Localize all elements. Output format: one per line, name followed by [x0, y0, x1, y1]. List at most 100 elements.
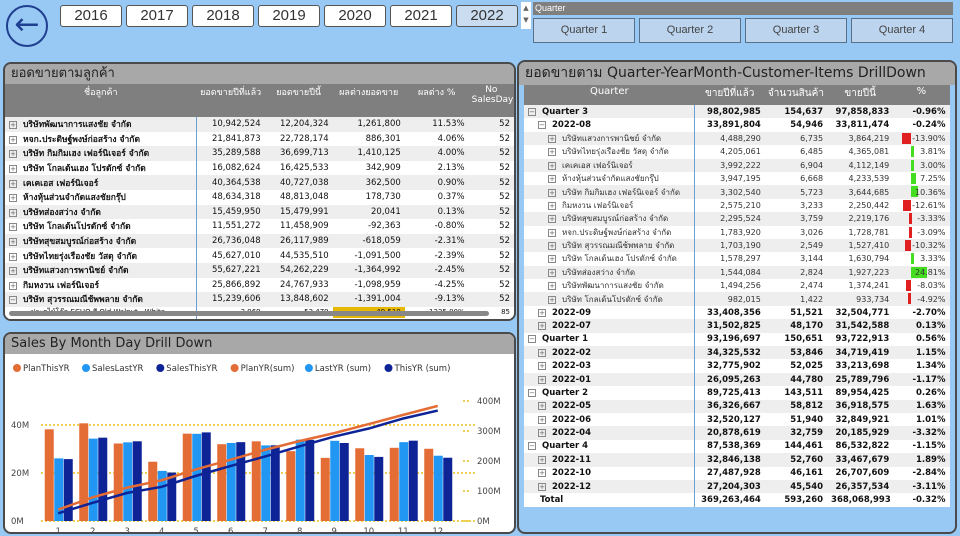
bar-planthisyr[interactable] [217, 444, 227, 521]
expand-icon[interactable]: + [538, 402, 546, 411]
expand-icon[interactable]: + [538, 415, 546, 424]
month-row[interactable]: +2022-05 36,326,667 58,812 36,918,575 1.63% [524, 399, 950, 413]
bar-planthisyr[interactable] [286, 451, 296, 521]
column-header[interactable]: ผลต่าง % [404, 84, 469, 117]
month-row[interactable]: +2022-10 27,487,928 46,161 26,707,609 -2.84% [524, 466, 950, 480]
month-row[interactable]: +2022-03 32,775,902 52,025 33,213,698 1.34% [524, 359, 950, 373]
customer-row[interactable]: + บริษัทไทยรุ่งเรืองชัย วัสดุ จำกัด 4,205,… [524, 145, 950, 159]
collapse-icon[interactable]: − [538, 121, 546, 130]
bar-salesthisyr[interactable] [408, 440, 418, 521]
collapse-icon[interactable]: − [528, 107, 536, 116]
table-row[interactable]: + เคเคเอส เฟอร์นิเจอร์ 40,364,538 40,727,03… [5, 175, 514, 190]
bar-salesthisyr[interactable] [305, 439, 315, 521]
customer-row[interactable]: + ห้างหุ้นส่วนจำกัดแสงชัยกรุ๊ป 3,947,195 6,… [524, 171, 950, 186]
quarter-row[interactable]: − Quarter 1 93,196,697 150,651 93,722,913 0.5… [524, 332, 950, 347]
expand-icon[interactable]: + [538, 321, 546, 330]
expand-icon[interactable]: + [9, 252, 17, 261]
bar-salesthisyr[interactable] [339, 443, 349, 521]
expand-icon[interactable]: + [9, 165, 17, 174]
expand-icon[interactable]: + [9, 121, 17, 130]
legend-item[interactable]: ThisYR (sum) [384, 364, 451, 374]
column-header[interactable]: ยอดขายปีที่แล้ว [196, 84, 265, 117]
column-header[interactable]: ขายปีนี้ [827, 85, 894, 105]
expand-icon[interactable]: + [548, 188, 556, 197]
expand-icon[interactable]: + [548, 295, 556, 304]
expand-icon[interactable]: + [548, 134, 556, 143]
bar-salesthisyr[interactable] [98, 437, 108, 521]
expand-icon[interactable]: + [9, 179, 17, 188]
legend-item[interactable]: PlanYR(sum) [230, 364, 295, 374]
bar-planthisyr[interactable] [44, 429, 54, 521]
bar-salesthisyr[interactable] [201, 432, 211, 521]
customer-row[interactable]: + กิมหงวน เฟอร์นิเจอร์ 2,575,210 3,233 2,250… [524, 198, 950, 213]
bar-planthisyr[interactable] [320, 457, 330, 521]
expand-icon[interactable]: + [9, 194, 17, 203]
expand-icon[interactable]: + [538, 375, 546, 384]
column-header[interactable]: ยอดขายปีนี้ [264, 84, 333, 117]
table-row[interactable]: + บริษัทส่องสว่าง จำกัด 15,459,950 15,479,9… [5, 204, 514, 220]
table-row[interactable]: − บริษัท สุวรรณมณีช้พพลาย จำกัด 15,239,606… [5, 292, 514, 307]
collapse-icon[interactable]: − [528, 388, 536, 397]
customer-row[interactable]: + บริษัท โกลเด้นโปรดักซ์ จำกัด 982,015 1,42… [524, 292, 950, 306]
bar-planthisyr[interactable] [424, 448, 434, 521]
legend-item[interactable]: SalesThisYR [156, 364, 217, 374]
table-row[interactable]: + ห้างหุ้นส่วนจำกัดแสงชัยกรุ๊ป 48,634,318 4… [5, 189, 514, 205]
year-button-2016[interactable]: 2016 [60, 5, 122, 27]
bar-saleslastyr[interactable] [123, 442, 133, 521]
expand-icon[interactable]: + [548, 282, 556, 291]
table-row[interactable]: + บริษัท โกลเด้นเฮง โปรดักซ์ จำกัด 16,082,… [5, 160, 514, 176]
customer-row[interactable]: + เคเคเอส เฟอร์นิเจอร์ 3,992,222 6,904 4,112… [524, 158, 950, 172]
bar-planthisyr[interactable] [355, 448, 365, 521]
expand-icon[interactable]: + [9, 208, 17, 217]
expand-icon[interactable]: + [548, 255, 556, 264]
table-row[interactable]: + บริษัทแสวงการพานิชย์ จำกัด 55,627,221 54,… [5, 262, 514, 278]
total-row[interactable]: Total 369,263,464 593,260 368,068,993 -0.32% [524, 493, 950, 507]
expand-icon[interactable]: + [538, 362, 546, 371]
bar-planthisyr[interactable] [389, 447, 399, 521]
column-header[interactable]: No SalesDay [468, 84, 514, 117]
table-row[interactable]: + บริษัทไทยรุ่งเรืองชัย วัสดุ จำกัด 45,627… [5, 248, 514, 263]
bar-salesthisyr[interactable] [132, 441, 142, 521]
expand-icon[interactable]: + [9, 281, 17, 290]
year-button-2021[interactable]: 2021 [390, 5, 452, 27]
expand-icon[interactable]: + [9, 267, 17, 276]
bar-salesthisyr[interactable] [236, 442, 246, 521]
expand-icon[interactable]: + [548, 215, 556, 224]
expand-icon[interactable]: + [548, 242, 556, 251]
month-row[interactable]: +2022-04 20,878,619 32,759 20,185,929 -3.32% [524, 426, 950, 440]
expand-icon[interactable]: + [538, 348, 546, 357]
horizontal-scrollbar[interactable] [9, 311, 489, 316]
column-header[interactable]: ชื่อลูกค้า [5, 84, 197, 117]
quarter-button-3[interactable]: Quarter 3 [745, 18, 847, 43]
expand-icon[interactable]: + [548, 201, 556, 210]
expand-icon[interactable]: + [548, 175, 556, 184]
column-header[interactable]: ขายปีที่แล้ว [694, 85, 765, 105]
expand-icon[interactable]: + [548, 161, 556, 170]
expand-icon[interactable]: + [9, 223, 17, 232]
expand-icon[interactable]: + [538, 308, 546, 317]
expand-icon[interactable]: + [538, 469, 546, 478]
bar-salesthisyr[interactable] [374, 456, 384, 521]
quarter-button-1[interactable]: Quarter 1 [533, 18, 635, 43]
customer-row[interactable]: + บริษัท กิมกิมเฮง เฟอร์นิเจอร์ จำกัด 3,30… [524, 185, 950, 199]
bar-salesthisyr[interactable] [443, 457, 453, 521]
table-row[interactable]: + บริษัทพัฒนาการแสงชัย จำกัด 10,942,524 12,… [5, 117, 514, 132]
customer-row[interactable]: + หจก.ประดิษฐ์พงษ์ก่อสร้าง จำกัด 1,783,920… [524, 225, 950, 239]
column-header[interactable]: % [893, 85, 950, 105]
year-button-2020[interactable]: 2020 [324, 5, 386, 27]
customer-row[interactable]: + บริษัท สุวรรณมณีช้พพลาย จำกัด 1,703,190 2… [524, 238, 950, 253]
month-row[interactable]: +2022-01 26,095,263 44,780 25,789,796 -1.17% [524, 372, 950, 387]
month-row[interactable]: +2022-07 31,502,825 48,170 31,542,588 0.13% [524, 319, 950, 333]
table-row[interactable]: + กิมหงวน เฟอร์นิเจอร์ 25,866,892 24,767,93… [5, 277, 514, 293]
bar-saleslastyr[interactable] [433, 455, 443, 521]
expand-icon[interactable]: + [548, 228, 556, 237]
collapse-icon[interactable]: − [528, 442, 536, 451]
legend-item[interactable]: PlanThisYR [13, 364, 70, 374]
expand-icon[interactable]: + [538, 429, 546, 438]
table-row[interactable]: + หจก.ประดิษฐ์พงษ์ก่อสร้าง จำกัด 21,841,87… [5, 131, 514, 147]
expand-icon[interactable]: + [538, 482, 546, 491]
bar-salesthisyr[interactable] [270, 445, 280, 521]
expand-icon[interactable]: + [9, 150, 17, 159]
quarter-row[interactable]: − Quarter 3 98,802,985 154,637 97,858,833 -0.… [524, 105, 950, 119]
bar-saleslastyr[interactable] [330, 440, 340, 521]
